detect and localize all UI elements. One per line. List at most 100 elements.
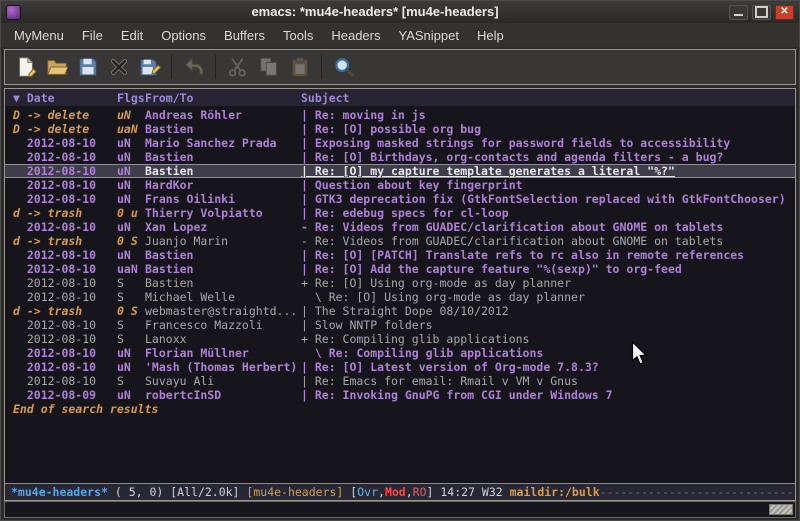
modeline-segment: Mod — [385, 485, 406, 499]
new-file-icon[interactable] — [10, 53, 41, 81]
title-bar[interactable]: emacs: *mu4e-headers* [mu4e-headers] — [1, 1, 799, 23]
from-cell: Bastien — [145, 164, 301, 178]
column-flags[interactable]: Flgs — [117, 91, 145, 106]
message-row[interactable]: d -> trash0 SJuanjo Marin- Re: Videos fr… — [5, 234, 795, 248]
menu-help[interactable]: Help — [468, 25, 513, 46]
flags-cell: 0 u — [117, 206, 145, 220]
close-icon[interactable] — [775, 5, 794, 20]
flags-cell: uN — [117, 150, 145, 164]
message-row[interactable]: 2012-08-10uNBastien| Re: [O] my capture … — [5, 164, 795, 178]
message-row[interactable]: 2012-08-10SBastien+ Re: [O] Using org-mo… — [5, 276, 795, 290]
from-cell: Michael Welle — [145, 290, 301, 304]
flags-cell: uaN — [117, 262, 145, 276]
open-folder-icon[interactable] — [41, 53, 72, 81]
subject-cell: | Re: [O] my capture template generates … — [301, 164, 795, 178]
menu-yasnippet[interactable]: YASnippet — [389, 25, 467, 46]
menu-buffers[interactable]: Buffers — [215, 25, 274, 46]
copy-icon[interactable] — [253, 53, 284, 81]
subject-cell: \ Re: Compiling glib applications — [301, 346, 795, 360]
message-row[interactable]: 2012-08-09uNrobertcInSD| Re: Invoking Gn… — [5, 388, 795, 402]
date-cell: 2012-08-10 — [13, 276, 117, 290]
message-row[interactable]: 2012-08-10uNFlorian Müllner \ Re: Compil… — [5, 346, 795, 360]
save-icon[interactable] — [72, 53, 103, 81]
menu-bar: MyMenuFileEditOptionsBuffersToolsHeaders… — [1, 23, 799, 47]
search-icon[interactable] — [328, 53, 359, 81]
subject-cell: - Re: Videos from GUADEC/clarification a… — [301, 220, 795, 234]
message-row[interactable]: 2012-08-10uNBastien| Re: [O] Birthdays, … — [5, 150, 795, 164]
save-as-icon[interactable] — [134, 53, 165, 81]
toolbar-separator — [171, 55, 172, 79]
message-row[interactable]: 2012-08-10uNBastien| Re: [O] [PATCH] Tra… — [5, 248, 795, 262]
from-cell: HardKor — [145, 178, 301, 192]
column-subject[interactable]: Subject — [301, 91, 795, 106]
from-cell: Xan Lopez — [145, 220, 301, 234]
message-row[interactable]: 2012-08-10SFrancesco Mazzoli| Slow NNTP … — [5, 318, 795, 332]
window-title: emacs: *mu4e-headers* [mu4e-headers] — [25, 1, 725, 23]
menu-edit[interactable]: Edit — [112, 25, 152, 46]
menu-file[interactable]: File — [73, 25, 112, 46]
message-row[interactable]: D -> deleteuaNBastien| Re: [O] possible … — [5, 122, 795, 136]
message-row[interactable]: d -> trash0 Swebmaster@straightd...| The… — [5, 304, 795, 318]
undo-icon[interactable] — [178, 53, 209, 81]
menu-mymenu[interactable]: MyMenu — [5, 25, 73, 46]
menu-headers[interactable]: Headers — [322, 25, 389, 46]
toolbar-separator — [215, 55, 216, 79]
message-row[interactable]: 2012-08-10uNXan Lopez- Re: Videos from G… — [5, 220, 795, 234]
modeline-segment: [All/2.0k] — [170, 485, 246, 499]
window-controls — [729, 5, 794, 20]
message-list: D -> deleteuNAndreas Röhler| Re: moving … — [5, 106, 795, 483]
mark-cell: D -> delete — [13, 122, 117, 136]
subject-cell: | Re: [O] Add the capture feature "%(sex… — [301, 262, 795, 276]
sort-column-date[interactable]: ▼ Date — [13, 91, 117, 106]
flags-cell: S — [117, 290, 145, 304]
paste-icon[interactable] — [284, 53, 315, 81]
modeline-segment: [ — [350, 485, 357, 499]
date-cell: 2012-08-09 — [13, 388, 117, 402]
minimize-icon[interactable] — [729, 5, 748, 20]
modeline-segment: W32 — [482, 485, 510, 499]
subject-cell: - Re: Videos from GUADEC/clarification a… — [301, 234, 795, 248]
from-cell: Bastien — [145, 262, 301, 276]
from-cell: Thierry Volpiatto — [145, 206, 301, 220]
flags-cell: uN — [117, 178, 145, 192]
message-row[interactable]: 2012-08-10SLanoxx+ Re: Compiling glib ap… — [5, 332, 795, 346]
subject-cell: | Re: Emacs for email: Rmail v VM v Gnus — [301, 374, 795, 388]
column-from[interactable]: From/To — [145, 91, 301, 106]
message-row[interactable]: 2012-08-10uNMario Sanchez Prada| Exposin… — [5, 136, 795, 150]
date-cell: 2012-08-10 — [13, 332, 117, 346]
mode-line: *mu4e-headers* ( 5, 0) [All/2.0k] [mu4e-… — [5, 483, 795, 500]
subject-cell: + Re: [O] Using org-mode as day planner — [301, 276, 795, 290]
subject-cell: | Re: [O] Birthdays, org-contacts and ag… — [301, 150, 795, 164]
subject-cell: | Exposing masked strings for password f… — [301, 136, 795, 150]
flags-cell: uN — [117, 360, 145, 374]
message-row[interactable]: 2012-08-10SSuvayu Ali| Re: Emacs for ema… — [5, 374, 795, 388]
message-row[interactable]: 2012-08-10uaNBastien| Re: [O] Add the ca… — [5, 262, 795, 276]
date-cell: 2012-08-10 — [13, 150, 117, 164]
message-row[interactable]: d -> trash0 uThierry Volpiatto| Re: edeb… — [5, 206, 795, 220]
menu-options[interactable]: Options — [152, 25, 215, 46]
from-cell: 'Mash (Thomas Herbert) — [145, 360, 301, 374]
subject-cell: | Slow NNTP folders — [301, 318, 795, 332]
modeline-segment: ( 5, 0) — [108, 485, 170, 499]
close-buffer-icon[interactable] — [103, 53, 134, 81]
modeline-segment: [mu4e-headers] — [246, 485, 350, 499]
modeline-segment: *mu4e-headers* — [11, 485, 108, 499]
echo-area — [4, 501, 796, 518]
maximize-icon[interactable] — [752, 5, 771, 20]
message-row[interactable]: 2012-08-10uN'Mash (Thomas Herbert)| Re: … — [5, 360, 795, 374]
message-row[interactable]: D -> deleteuNAndreas Röhler| Re: moving … — [5, 108, 795, 122]
flags-cell: uN — [117, 346, 145, 360]
end-of-results: End of search results — [5, 402, 795, 416]
flags-cell: S — [117, 318, 145, 332]
subject-cell: | Re: Invoking GnuPG from CGI under Wind… — [301, 388, 795, 402]
message-row[interactable]: 2012-08-10uNFrans Oilinki| GTK3 deprecat… — [5, 192, 795, 206]
from-cell: Bastien — [145, 276, 301, 290]
modeline-segment: , — [378, 485, 385, 499]
toolbar-wrap — [1, 47, 799, 88]
message-row[interactable]: 2012-08-10uNHardKor| Question about key … — [5, 178, 795, 192]
cut-icon[interactable] — [222, 53, 253, 81]
message-row[interactable]: 2012-08-10SMichael Welle \ Re: [O] Using… — [5, 290, 795, 304]
menu-tools[interactable]: Tools — [274, 25, 322, 46]
subject-cell: | Re: [O] Latest version of Org-mode 7.8… — [301, 360, 795, 374]
resize-grip[interactable] — [769, 504, 793, 515]
